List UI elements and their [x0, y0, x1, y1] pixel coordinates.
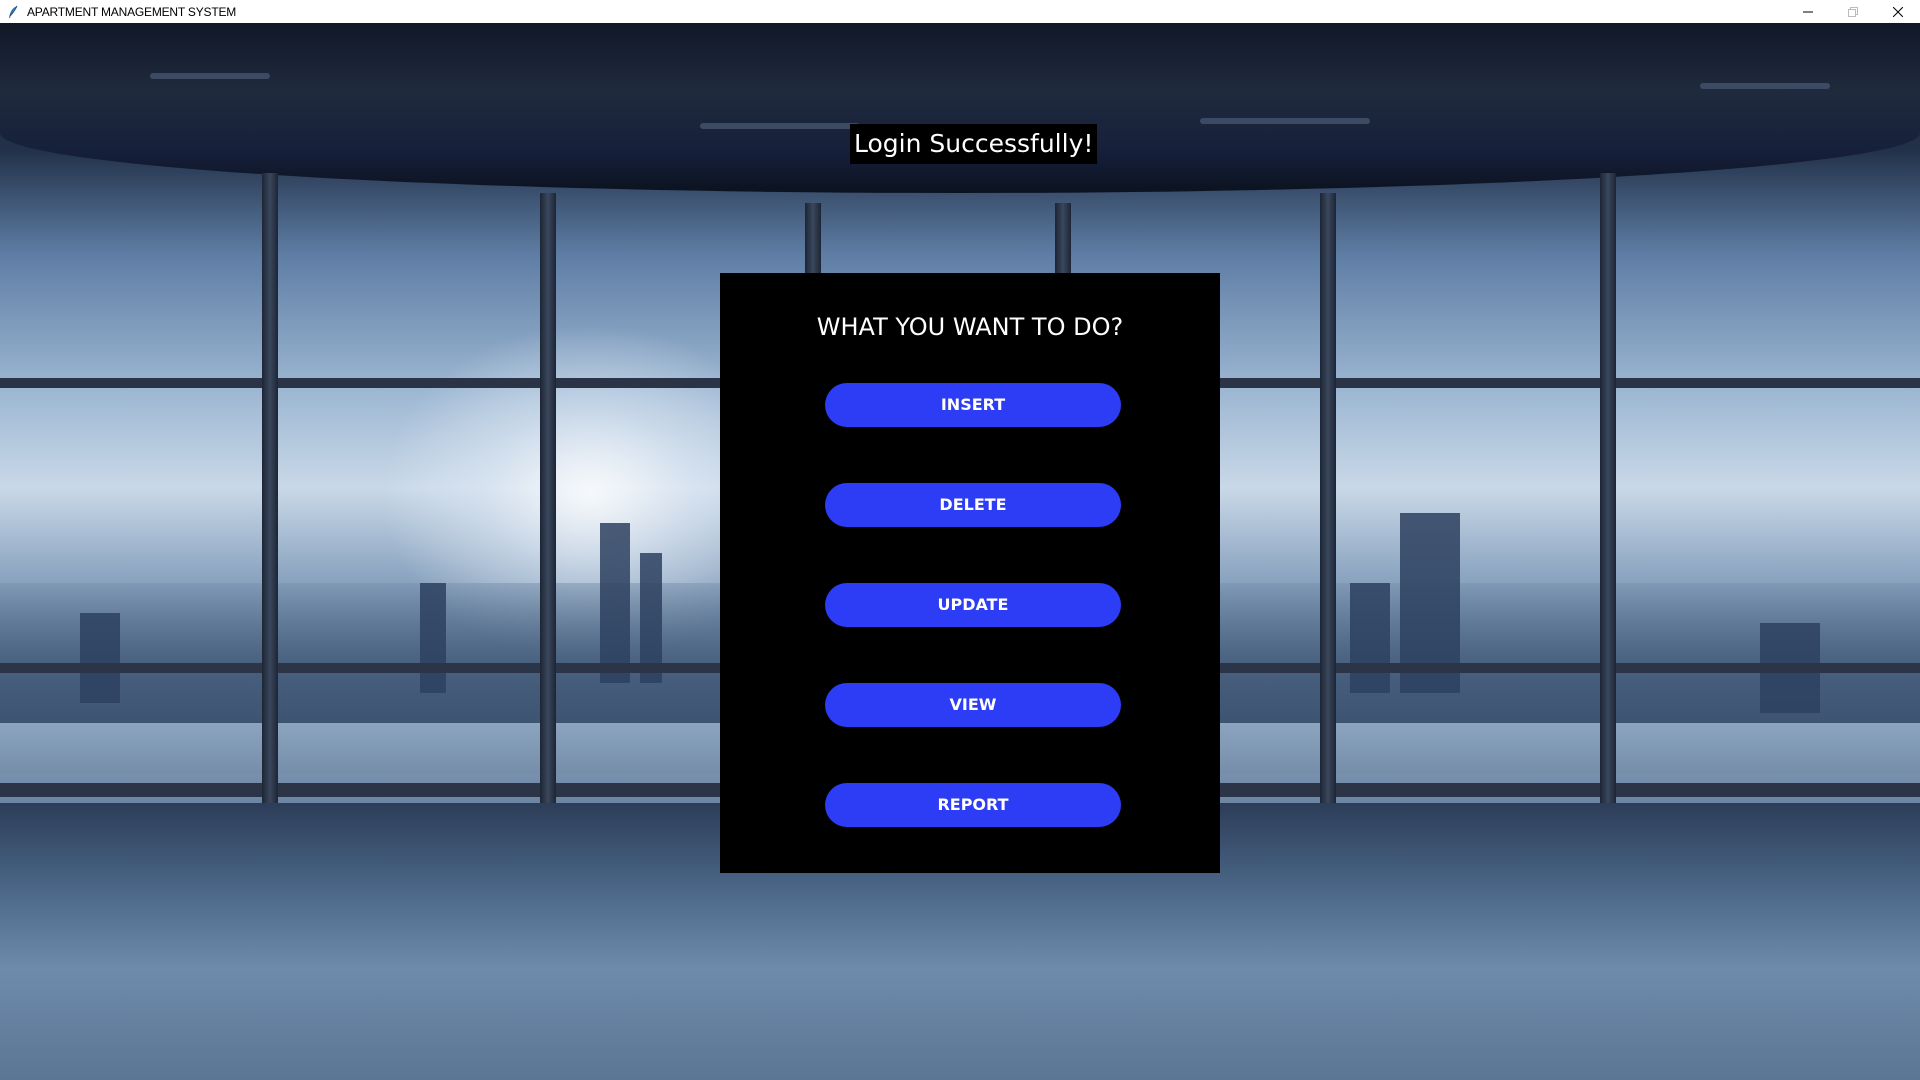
background-ceiling: [0, 23, 1920, 193]
ceiling-light: [1200, 118, 1370, 124]
login-success-banner: Login Successfully!: [850, 124, 1098, 164]
restore-button[interactable]: [1830, 0, 1875, 23]
window-mullion: [262, 173, 278, 803]
feather-icon: [5, 4, 21, 20]
menu-title: WHAT YOU WANT TO DO?: [816, 313, 1124, 341]
background-building: [420, 583, 446, 693]
window-title: APARTMENT MANAGEMENT SYSTEM: [27, 4, 237, 19]
view-button[interactable]: VIEW: [825, 683, 1121, 727]
title-bar[interactable]: APARTMENT MANAGEMENT SYSTEM: [0, 0, 1920, 23]
ceiling-light: [150, 73, 270, 79]
update-button[interactable]: UPDATE: [825, 583, 1121, 627]
window-mullion: [540, 193, 556, 803]
app-window: APARTMENT MANAGEMENT SYSTEM Login Succes…: [0, 0, 1920, 1080]
minimize-button[interactable]: [1785, 0, 1830, 23]
action-menu-panel: WHAT YOU WANT TO DO? INSERT DELETE UPDAT…: [720, 273, 1220, 873]
window-mullion: [1320, 193, 1336, 803]
close-icon: [1892, 2, 1903, 21]
window-mullion: [1600, 173, 1616, 803]
minimize-icon: [1802, 2, 1813, 21]
ceiling-light: [700, 123, 860, 129]
close-button[interactable]: [1875, 0, 1920, 23]
background-building: [1350, 583, 1390, 693]
restore-icon: [1847, 2, 1858, 21]
ceiling-light: [1700, 83, 1830, 89]
background-building: [80, 613, 120, 703]
insert-button[interactable]: INSERT: [825, 383, 1121, 427]
background-building: [600, 523, 630, 683]
window-controls: [1785, 0, 1920, 23]
report-button[interactable]: REPORT: [825, 783, 1121, 827]
delete-button[interactable]: DELETE: [825, 483, 1121, 527]
